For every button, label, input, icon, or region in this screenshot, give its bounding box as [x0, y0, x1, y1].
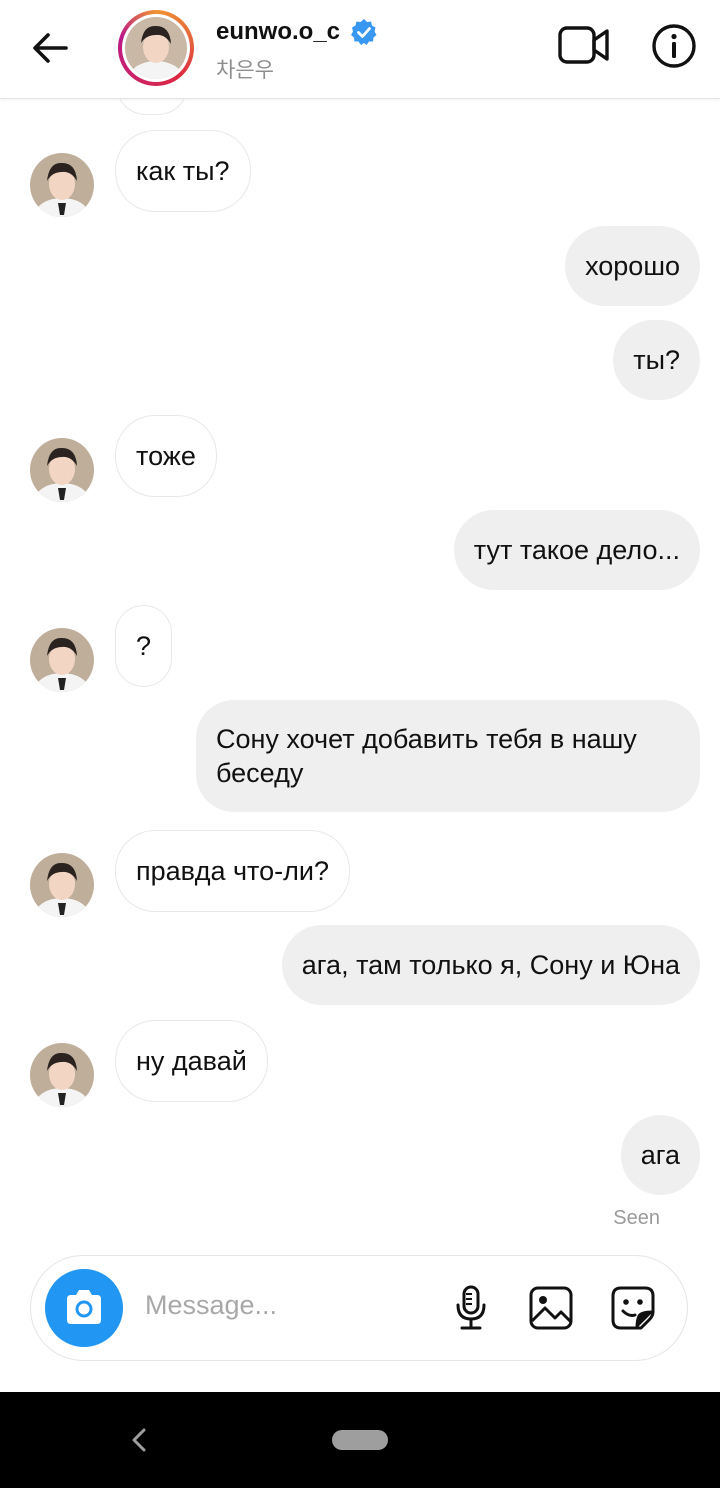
camera-button[interactable]: [45, 1269, 123, 1347]
image-gallery-icon[interactable]: [527, 1284, 575, 1332]
message-bubble[interactable]: ага, там только я, Сону и Юна: [281, 925, 700, 1005]
message-thread[interactable]: как ты? хорошо ты? тоже тут такое дело..…: [0, 99, 720, 1249]
chat-header: eunwo.o_c 차은우: [0, 0, 720, 99]
real-name: 차은우: [216, 59, 274, 82]
message-bubble[interactable]: как ты?: [115, 130, 251, 212]
message-bubble[interactable]: тут такое дело...: [453, 510, 700, 590]
arrow-left-icon[interactable]: [28, 26, 72, 70]
system-home-pill[interactable]: [332, 1430, 388, 1450]
message-bubble[interactable]: правда что-ли?: [115, 830, 350, 912]
message-bubble[interactable]: Сону хочет добавить тебя в нашу беседу: [196, 700, 700, 812]
avatar-photo: [125, 17, 187, 79]
microphone-icon[interactable]: [449, 1284, 493, 1332]
sender-avatar[interactable]: [30, 853, 94, 917]
sticker-icon[interactable]: [609, 1284, 657, 1332]
sender-avatar[interactable]: [30, 628, 94, 692]
message-composer: Message...: [30, 1255, 688, 1361]
message-bubble[interactable]: ну давай: [115, 1020, 268, 1102]
username: eunwo.o_c: [216, 18, 341, 45]
message-bubble[interactable]: хорошо: [565, 226, 700, 306]
seen-status: Seen: [613, 1207, 660, 1229]
profile-avatar[interactable]: [118, 10, 194, 86]
message-bubble[interactable]: ?: [115, 605, 173, 687]
sender-avatar[interactable]: [30, 153, 94, 217]
info-icon[interactable]: [650, 22, 698, 70]
system-back-icon[interactable]: [124, 1420, 154, 1460]
username-row[interactable]: eunwo.o_c: [216, 18, 378, 46]
system-navigation-bar: [0, 1392, 720, 1488]
sender-avatar[interactable]: [30, 1043, 94, 1107]
message-bubble[interactable]: ты?: [613, 320, 700, 400]
message-bubble[interactable]: ага: [620, 1115, 700, 1195]
video-camera-icon[interactable]: [556, 22, 612, 68]
camera-icon: [67, 1290, 101, 1324]
partial-message-bubble: [116, 99, 188, 115]
message-input[interactable]: Message...: [145, 1290, 277, 1321]
sender-avatar[interactable]: [30, 438, 94, 502]
message-bubble[interactable]: тоже: [115, 415, 217, 497]
verified-badge-icon: [351, 19, 377, 45]
